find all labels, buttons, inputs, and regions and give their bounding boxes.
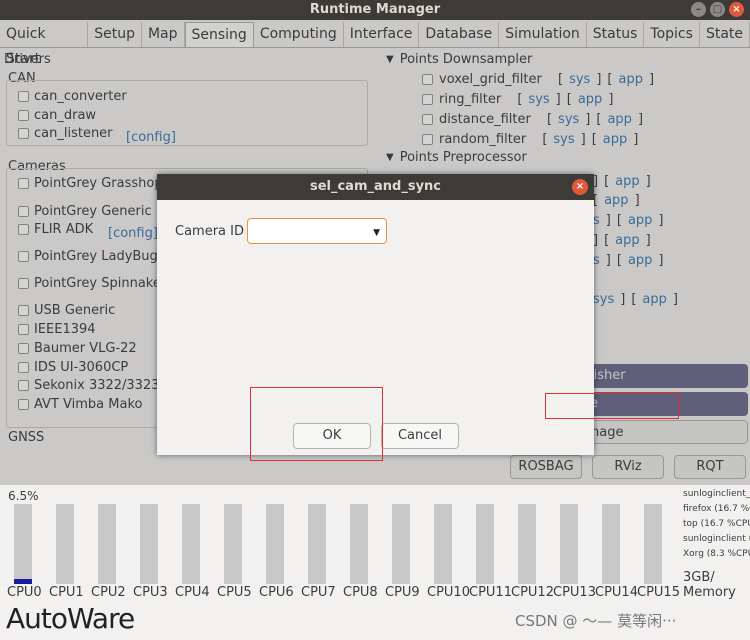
cpu-label: CPU9 — [385, 585, 420, 600]
cpu-label: CPU8 — [343, 585, 378, 600]
window-titlebar: Runtime Manager – □ × — [0, 0, 750, 20]
cpu-label: CPU3 — [133, 585, 168, 600]
watermark: CSDN @ 〜— 莫等闲··· — [515, 612, 677, 630]
status-area: 6.5% CPU0 CPU1 CPU2 CPU3 CPU4 CPU5 CPU6 CPU7 CPU… — [0, 485, 750, 640]
dropdown-arrow-icon: ▼ — [373, 228, 380, 238]
cpu-usage-bar — [518, 504, 536, 584]
camera-id-label: Camera ID — [175, 224, 244, 239]
cpu-label: CPU7 — [301, 585, 336, 600]
autoware-logo: AutoWare — [6, 602, 135, 635]
cpu-usage-bar — [602, 504, 620, 584]
cpu-usage-bar — [434, 504, 452, 584]
annotation-box-ok — [250, 387, 383, 461]
process-item: top (16.7 %CPU — [683, 519, 750, 529]
cpu-label: CPU11 — [469, 585, 512, 600]
cpu-label: CPU1 — [49, 585, 84, 600]
cpu-label: CPU4 — [175, 585, 210, 600]
cpu-label: CPU15 — [637, 585, 680, 600]
cpu-label: CPU2 — [91, 585, 126, 600]
maximize-icon[interactable]: □ — [710, 2, 725, 17]
cpu-usage-bar — [350, 504, 368, 584]
cancel-button[interactable]: Cancel — [381, 423, 459, 449]
camera-id-select[interactable]: ▼ — [247, 218, 387, 244]
cpu-usage-bar — [14, 504, 32, 584]
cpu-usage-bar — [224, 504, 242, 584]
cpu-usage-bar — [56, 504, 74, 584]
cpu-usage-bar — [308, 504, 326, 584]
window-title: Runtime Manager — [309, 2, 441, 17]
close-icon[interactable]: × — [729, 2, 744, 17]
process-item: firefox (16.7 %C — [683, 504, 750, 514]
cpu-usage-bar — [476, 504, 494, 584]
cpu-label: CPU10 — [427, 585, 470, 600]
annotation-box-button — [545, 393, 679, 419]
cpu-usage-bar — [560, 504, 578, 584]
cpu-label: CPU14 — [595, 585, 638, 600]
dialog-titlebar: sel_cam_and_sync × — [157, 174, 594, 200]
memory-label: Memory — [683, 585, 736, 600]
dialog-close-icon[interactable]: × — [572, 179, 588, 195]
cpu-usage-bar — [266, 504, 284, 584]
cpu-label: CPU6 — [259, 585, 294, 600]
dialog-title: sel_cam_and_sync — [309, 179, 442, 194]
process-item: Xorg (8.3 %CPU — [683, 549, 750, 559]
memory-value: 3GB/ — [683, 570, 715, 585]
cpu-usage-bar — [392, 504, 410, 584]
cpu-label: CPU12 — [511, 585, 554, 600]
cpu-usage-bar — [140, 504, 158, 584]
cpu-label: CPU13 — [553, 585, 596, 600]
cpu-usage-bar — [98, 504, 116, 584]
minimize-icon[interactable]: – — [691, 2, 706, 17]
cpu-percent: 6.5% — [8, 489, 39, 503]
process-item: sunloginclient_ — [683, 489, 750, 499]
cpu-usage-fill — [14, 579, 32, 584]
cpu-usage-bar — [182, 504, 200, 584]
cpu-label: CPU5 — [217, 585, 252, 600]
cpu-label: CPU0 — [7, 585, 42, 600]
cpu-usage-bar — [644, 504, 662, 584]
process-item: sunloginclient ( — [683, 534, 750, 544]
